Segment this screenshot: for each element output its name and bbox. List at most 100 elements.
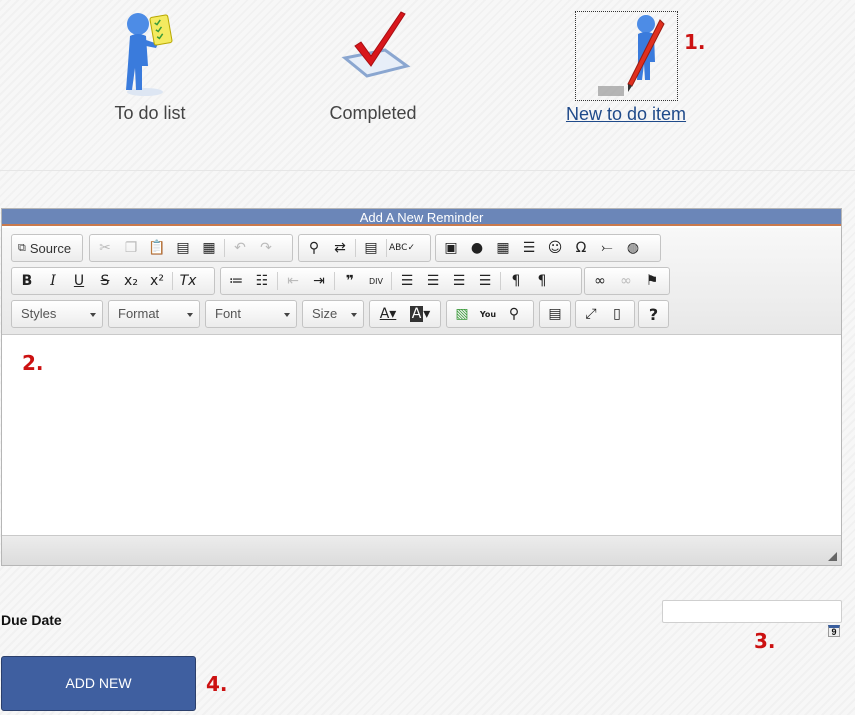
separator [172, 272, 173, 290]
special-char-icon[interactable]: Ω [568, 236, 594, 260]
due-date-input[interactable] [662, 600, 842, 623]
bg-color-icon[interactable]: A ▾ [404, 302, 436, 326]
toolbar-group-colors: A▾ A ▾ [369, 300, 441, 328]
spellcheck-icon[interactable]: ABC✓ [389, 236, 415, 260]
checkmark-icon [341, 11, 411, 78]
separator [500, 272, 501, 290]
toolbar-group-find: ⚲ ⇄ ▤ ABC✓ [298, 234, 431, 262]
nav-todo-list[interactable]: To do list [100, 0, 200, 130]
editor-toolbar: ⧉ Source ✂ ❐ 📋 ▤ ▦ ↶ ↷ ⚲ ⇄ ▤ ABC✓ ▣ ● ▦ … [2, 228, 841, 335]
annotation-4: 4. [206, 672, 228, 696]
align-left-icon[interactable]: ☰ [394, 269, 420, 293]
toolbar-group-clipboard: ✂ ❐ 📋 ▤ ▦ ↶ ↷ [89, 234, 293, 262]
add-new-button[interactable]: ADD NEW [1, 656, 196, 711]
underline-icon[interactable]: U [66, 269, 92, 293]
bulleted-list-icon[interactable]: ☷ [249, 269, 275, 293]
link-icon[interactable]: ∞ [587, 269, 613, 293]
bold-icon[interactable]: B [14, 269, 40, 293]
separator [355, 239, 356, 257]
source-icon: ⧉ [18, 241, 26, 254]
smiley-icon[interactable]: ☺ [542, 236, 568, 260]
styles-dropdown[interactable]: Styles [11, 300, 103, 328]
align-center-icon[interactable]: ☰ [420, 269, 446, 293]
annotation-2: 2. [22, 351, 44, 375]
calendar-icon[interactable]: 9 [828, 625, 840, 637]
toolbar-group-insert: ▣ ● ▦ ☰ ☺ Ω ⤚ ◍ [435, 234, 661, 262]
maximize-icon[interactable]: ⤢ [578, 302, 604, 326]
align-right-icon[interactable]: ☰ [446, 269, 472, 293]
editor-content-area[interactable] [2, 336, 841, 534]
page-break-icon[interactable]: ⤚ [594, 236, 620, 260]
size-dropdown[interactable]: Size [302, 300, 364, 328]
undo-icon[interactable]: ↶ [227, 236, 253, 260]
numbered-list-icon[interactable]: ≔ [223, 269, 249, 293]
due-date-label: Due Date [1, 612, 62, 628]
toolbar-group-source: ⧉ Source [11, 234, 83, 262]
chevron-down-icon [284, 313, 290, 317]
map-icon[interactable]: ▧ [449, 302, 475, 326]
outdent-icon[interactable]: ⇤ [280, 269, 306, 293]
ltr-icon[interactable]: ¶ [503, 269, 529, 293]
chevron-down-icon [90, 313, 96, 317]
iframe-icon[interactable]: ◍ [620, 236, 646, 260]
toolbar-group-media: ▧ You ⚲ [446, 300, 534, 328]
toolbar-group-paragraph: ≔ ☷ ⇤ ⇥ ❞ DIV ☰ ☰ ☰ ☰ ¶ ¶ [220, 267, 582, 295]
unlink-icon[interactable]: ∞ [613, 269, 639, 293]
separator [334, 272, 335, 290]
paste-text-icon[interactable]: ▤ [170, 236, 196, 260]
create-div-icon[interactable]: DIV [363, 269, 389, 293]
find-icon[interactable]: ⚲ [301, 236, 327, 260]
superscript-icon[interactable]: x² [144, 269, 170, 293]
paste-word-icon[interactable]: ▦ [196, 236, 222, 260]
chevron-down-icon [187, 313, 193, 317]
replace-icon[interactable]: ⇄ [327, 236, 353, 260]
indent-icon[interactable]: ⇥ [306, 269, 332, 293]
show-blocks-icon[interactable]: ▯ [604, 302, 630, 326]
preview-icon[interactable]: ⚲ [501, 302, 527, 326]
nav-label-new-todo-item: New to do item [565, 104, 687, 124]
toolbar-group-templates: ▤ [539, 300, 571, 328]
image-icon[interactable]: ▣ [438, 236, 464, 260]
size-label: Size [312, 306, 338, 321]
align-justify-icon[interactable]: ☰ [472, 269, 498, 293]
subscript-icon[interactable]: x₂ [118, 269, 144, 293]
separator [224, 239, 225, 257]
remove-format-icon[interactable]: Tx [175, 269, 201, 293]
nav-label-todo-list: To do list [114, 103, 186, 123]
youtube-icon[interactable]: You [475, 302, 501, 326]
copy-icon[interactable]: ❐ [118, 236, 144, 260]
toolbar-group-basic: B I U S x₂ x² Tx [11, 267, 215, 295]
horizontal-line-icon[interactable]: ☰ [516, 236, 542, 260]
chevron-down-icon [351, 313, 357, 317]
font-label: Font [215, 306, 242, 321]
separator [391, 272, 392, 290]
flash-icon[interactable]: ● [464, 236, 490, 260]
paste-icon[interactable]: 📋 [144, 236, 170, 260]
reminder-panel: Add A New Reminder ⧉ Source ✂ ❐ 📋 ▤ ▦ ↶ … [1, 208, 842, 566]
nav-completed[interactable]: Completed [323, 0, 423, 130]
format-dropdown[interactable]: Format [108, 300, 200, 328]
cut-icon[interactable]: ✂ [92, 236, 118, 260]
separator [386, 239, 387, 257]
annotation-1: 1. [684, 30, 706, 54]
font-dropdown[interactable]: Font [205, 300, 297, 328]
source-label: Source [29, 240, 72, 256]
select-all-icon[interactable]: ▤ [358, 236, 384, 260]
source-button[interactable]: ⧉ Source [14, 236, 75, 260]
nav-new-todo-item[interactable]: New to do item [560, 0, 692, 130]
table-icon[interactable]: ▦ [490, 236, 516, 260]
strike-icon[interactable]: S [92, 269, 118, 293]
rtl-icon[interactable]: ¶ [529, 269, 555, 293]
format-label: Format [118, 306, 160, 321]
italic-icon[interactable]: I [40, 269, 66, 293]
resize-handle-icon[interactable] [828, 552, 837, 561]
help-button[interactable]: ? [641, 302, 666, 326]
redo-icon[interactable]: ↷ [253, 236, 279, 260]
anchor-icon[interactable]: ⚑ [639, 269, 665, 293]
separator [277, 272, 278, 290]
person-pencil-icon [598, 15, 665, 96]
templates-icon[interactable]: ▤ [542, 302, 568, 326]
text-color-icon[interactable]: A▾ [372, 302, 404, 326]
person-checklist-icon [126, 13, 173, 96]
blockquote-icon[interactable]: ❞ [337, 269, 363, 293]
